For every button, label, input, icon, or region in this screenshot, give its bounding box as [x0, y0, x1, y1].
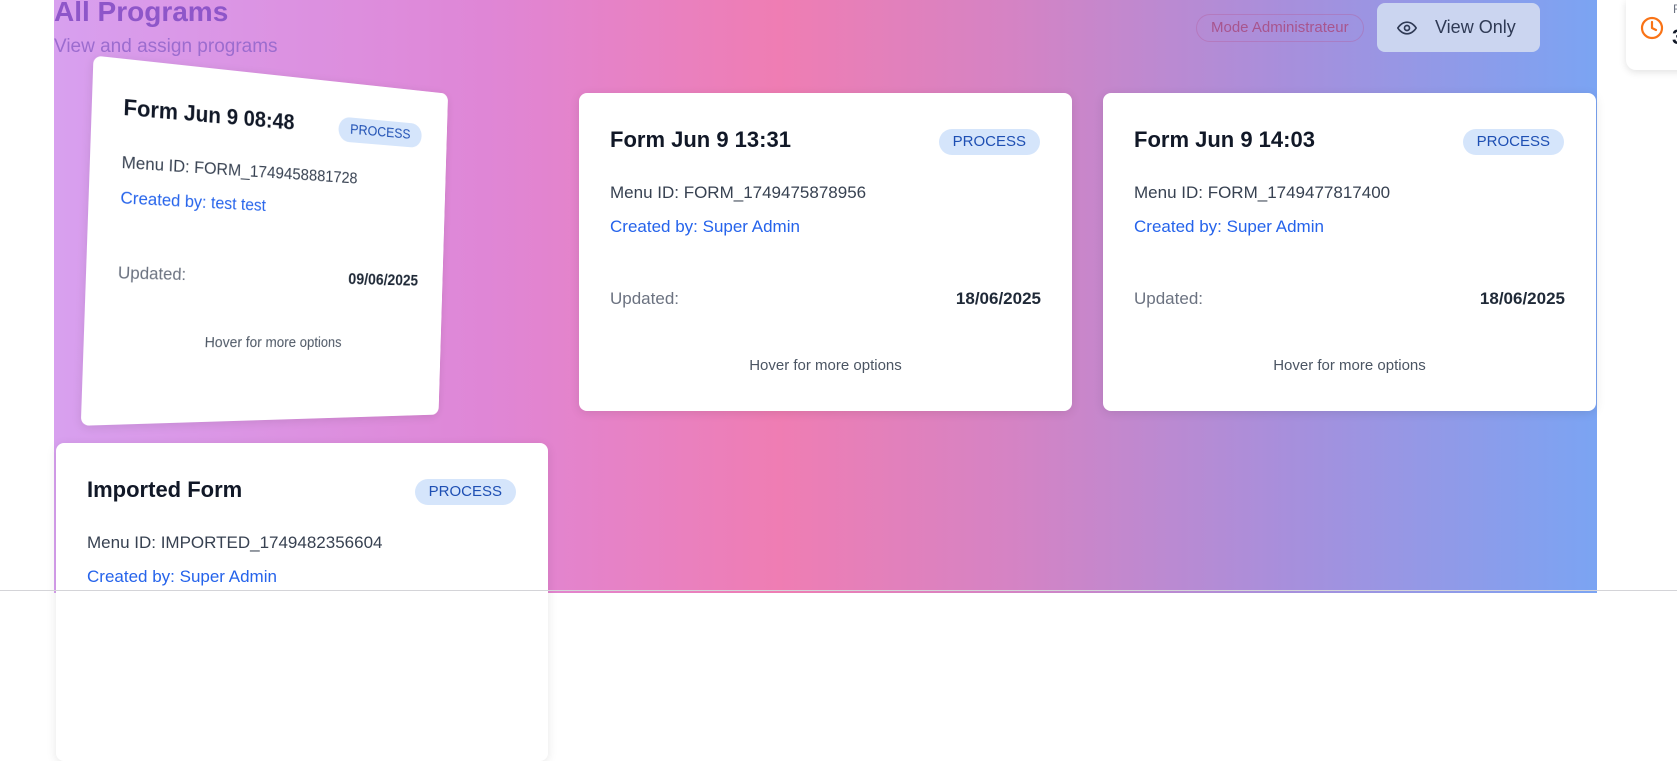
card-title: Form Jun 9 08:48: [123, 94, 295, 135]
program-card[interactable]: Form Jun 9 13:31 PROCESS Menu ID: FORM_1…: [579, 93, 1072, 411]
type-badge: PROCESS: [337, 116, 422, 149]
hover-hint: Hover for more options: [749, 357, 902, 374]
created-by: Created by: Super Admin: [1134, 217, 1324, 236]
view-only-label: View Only: [1435, 17, 1516, 37]
type-badge: PROCESS: [938, 129, 1040, 155]
program-card[interactable]: Form Jun 9 14:03 PROCESS Menu ID: FORM_1…: [1103, 93, 1596, 411]
menu-id: Menu ID: FORM_1749477817400: [1134, 183, 1391, 202]
bottom-divider: [0, 590, 1677, 591]
clock-icon: [1640, 16, 1664, 45]
page-title: All Programs: [54, 0, 229, 27]
type-badge: PROCESS: [414, 479, 516, 505]
view-only-button[interactable]: View Only: [1377, 3, 1540, 52]
timer-value: 3: [1672, 26, 1677, 50]
updated-label: Updated:: [117, 262, 187, 285]
hover-hint: Hover for more options: [204, 334, 342, 352]
created-by: Created by: Super Admin: [610, 217, 800, 236]
updated-date: 18/06/2025: [1479, 289, 1565, 308]
type-badge: PROCESS: [1462, 129, 1564, 155]
menu-id: Menu ID: IMPORTED_1749482356604: [87, 533, 383, 552]
updated-date: 18/06/2025: [955, 289, 1041, 308]
page-subtitle: View and assign programs: [54, 36, 278, 57]
eye-icon: [1397, 18, 1417, 38]
program-card[interactable]: Imported Form PROCESS Menu ID: IMPORTED_…: [56, 443, 548, 761]
card-title: Imported Form: [87, 477, 243, 502]
updated-date: 09/06/2025: [348, 269, 419, 290]
menu-id: Menu ID: FORM_1749458881728: [121, 152, 358, 188]
created-by: Created by: test test: [120, 187, 267, 215]
updated-label: Updated:: [1134, 289, 1203, 308]
menu-id: Menu ID: FORM_1749475878956: [610, 183, 867, 202]
card-title: Form Jun 9 14:03: [1134, 127, 1315, 152]
timer-label: F: [1673, 2, 1677, 16]
card-title: Form Jun 9 13:31: [610, 127, 791, 152]
session-timer-widget[interactable]: F 3: [1626, 0, 1677, 70]
program-card[interactable]: Form Jun 9 08:48 PROCESS Menu ID: FORM_1…: [80, 55, 449, 426]
created-by: Created by: Super Admin: [87, 567, 277, 586]
updated-label: Updated:: [610, 289, 679, 308]
admin-mode-badge: Mode Administrateur: [1196, 14, 1364, 42]
hover-hint: Hover for more options: [1273, 357, 1426, 374]
